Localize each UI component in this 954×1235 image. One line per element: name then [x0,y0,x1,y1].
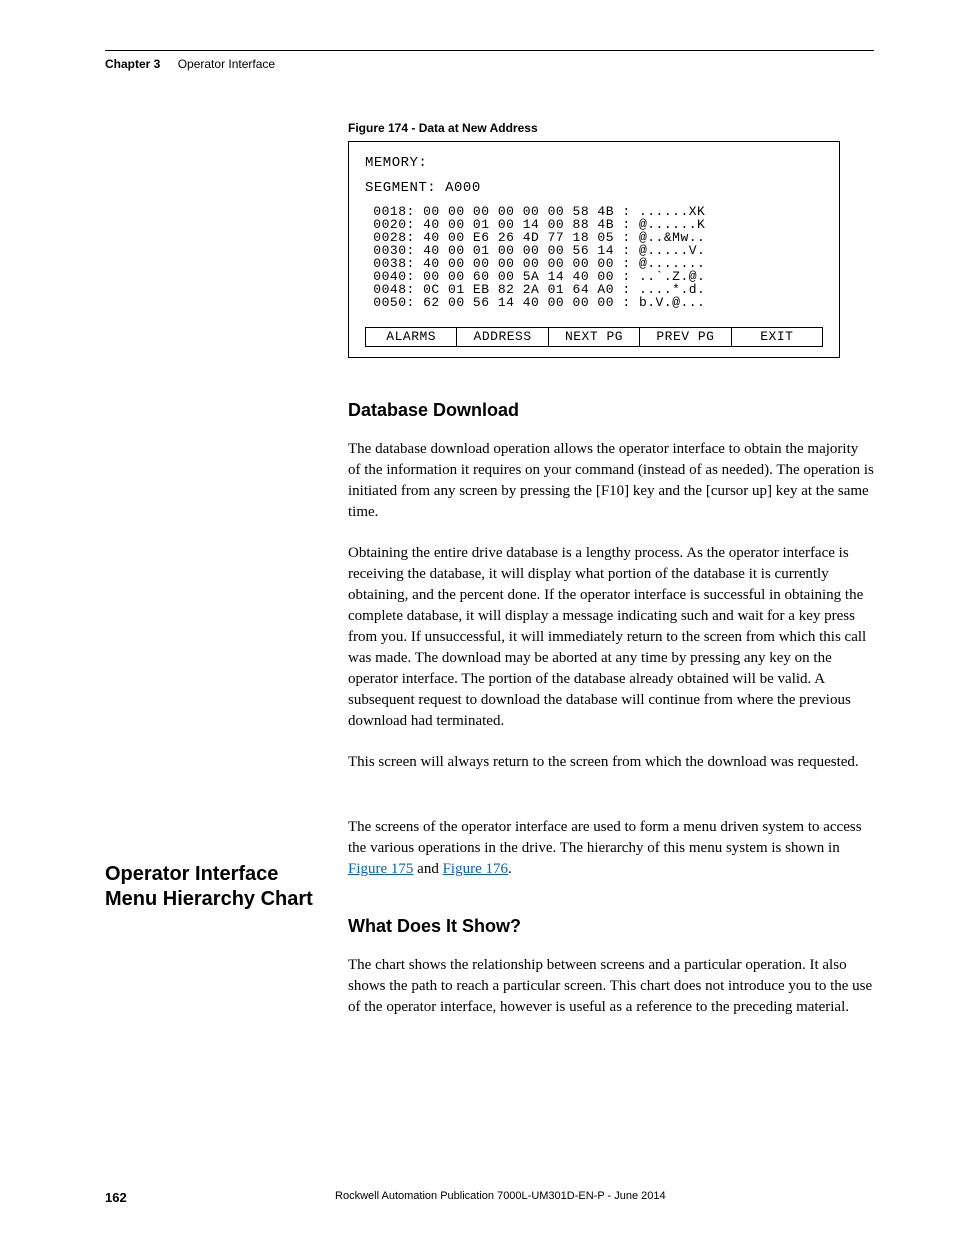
screen-memory-label: MEMORY: [365,156,823,171]
heading-database-download: Database Download [348,400,874,421]
link-figure-176[interactable]: Figure 176 [443,861,508,877]
menu-p1-end: . [508,861,512,877]
screen-segment-label: SEGMENT: A000 [365,181,823,196]
chapter-title: Operator Interface [178,57,275,71]
link-figure-175[interactable]: Figure 175 [348,861,413,877]
softkey-next-pg[interactable]: NEXT PG [549,328,640,346]
db-paragraph-2: Obtaining the entire drive database is a… [348,543,874,732]
db-paragraph-1: The database download operation allows t… [348,439,874,523]
softkey-row: ALARMS ADDRESS NEXT PG PREV PG EXIT [365,327,823,347]
menu-p1-mid: and [413,861,442,877]
publication-id: Rockwell Automation Publication 7000L-UM… [105,1190,874,1202]
heading-what-does-it-show: What Does It Show? [348,916,874,937]
side-heading-menu-hierarchy: Operator Interface Menu Hierarchy Chart [105,862,325,912]
running-header: Chapter 3 Operator Interface [105,57,874,71]
figure-caption: Figure 174 - Data at New Address [348,121,874,135]
menu-paragraph-1: The screens of the operator interface ar… [348,817,874,880]
menu-p1-text-a: The screens of the operator interface ar… [348,819,862,856]
hex-dump: 0018: 00 00 00 00 00 00 58 4B : ......XK… [365,205,823,309]
page-number: 162 [105,1190,127,1205]
page-footer: 162 Rockwell Automation Publication 7000… [105,1190,874,1205]
softkey-address[interactable]: ADDRESS [457,328,548,346]
softkey-alarms[interactable]: ALARMS [366,328,457,346]
menu-paragraph-2: The chart shows the relationship between… [348,955,874,1018]
terminal-screenshot: MEMORY: SEGMENT: A000 0018: 00 00 00 00 … [348,141,840,358]
softkey-exit[interactable]: EXIT [732,328,822,346]
db-paragraph-3: This screen will always return to the sc… [348,752,874,773]
chapter-label: Chapter 3 [105,57,160,71]
softkey-prev-pg[interactable]: PREV PG [640,328,731,346]
